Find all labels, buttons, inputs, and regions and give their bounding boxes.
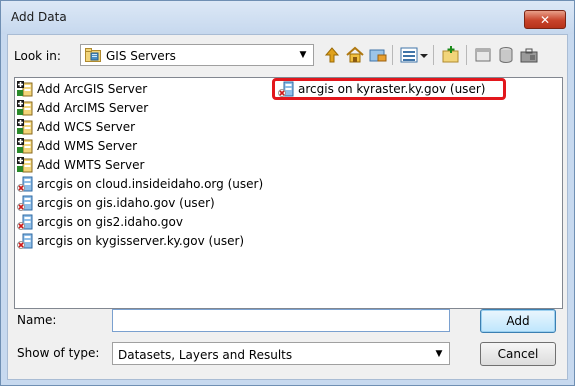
add-server-icon <box>17 119 33 135</box>
list-item[interactable]: Add ArcIMS Server <box>17 99 148 117</box>
list-item-label: arcgis on kygisserver.ky.gov (user) <box>37 234 245 248</box>
list-item[interactable]: Add WMS Server <box>17 137 137 155</box>
list-item-label: Add WMTS Server <box>37 158 145 172</box>
name-input[interactable] <box>112 309 450 332</box>
disconnected-server-icon <box>278 81 294 97</box>
new-folder-icon[interactable] <box>440 44 462 66</box>
show-of-type-dropdown[interactable]: Datasets, Layers and Results ▼ <box>112 342 450 365</box>
add-server-icon <box>17 100 33 116</box>
add-button-label: Add <box>506 314 530 328</box>
connect-folder-icon[interactable] <box>367 44 389 66</box>
list-item[interactable]: Add ArcGIS Server <box>17 80 147 98</box>
list-item-label: arcgis on gis2.idaho.gov <box>37 215 183 229</box>
dialog-body: Look in: GIS Servers ▼ Add ArcGIS Server… <box>7 34 568 380</box>
list-item-label: Add ArcIMS Server <box>37 101 149 115</box>
list-item[interactable]: arcgis on kygisserver.ky.gov (user) <box>17 232 244 250</box>
catalog-icon[interactable] <box>472 44 494 66</box>
disconnected-server-icon <box>17 195 33 211</box>
list-item-label: Add ArcGIS Server <box>37 82 148 96</box>
look-in-dropdown[interactable]: GIS Servers ▼ <box>80 44 314 66</box>
chevron-down-icon[interactable]: ▼ <box>296 48 310 62</box>
list-item-label: arcgis on cloud.insideidaho.org (user) <box>37 177 264 191</box>
add-data-dialog: Add Data ✕ Look in: GIS Servers ▼ Add Ar… <box>0 0 575 386</box>
up-one-level-icon[interactable] <box>321 44 343 66</box>
list-item[interactable]: Add WCS Server <box>17 118 135 136</box>
database-icon[interactable] <box>495 44 517 66</box>
list-item-label: Add WCS Server <box>37 120 136 134</box>
list-view-icon[interactable] <box>398 44 420 66</box>
show-of-type-value: Datasets, Layers and Results <box>118 348 293 362</box>
list-item-highlighted[interactable]: arcgis on kyraster.ky.gov (user) <box>278 80 485 98</box>
dialog-title: Add Data <box>11 10 67 24</box>
gis-servers-folder-icon <box>85 48 102 66</box>
close-icon: ✕ <box>539 12 551 27</box>
show-of-type-label: Show of type: <box>17 346 100 360</box>
list-item[interactable]: arcgis on gis2.idaho.gov <box>17 213 183 231</box>
chevron-down-icon[interactable]: ▼ <box>432 347 446 361</box>
list-item-label: arcgis on kyraster.ky.gov (user) <box>298 82 486 96</box>
view-dropdown-icon[interactable] <box>418 44 430 66</box>
add-button[interactable]: Add <box>480 309 556 333</box>
cancel-button-label: Cancel <box>497 347 539 361</box>
add-server-icon <box>17 138 33 154</box>
home-icon[interactable] <box>344 44 366 66</box>
look-in-label: Look in: <box>14 49 61 63</box>
list-item-label: Add WMS Server <box>37 139 138 153</box>
list-item-label: arcgis on gis.idaho.gov (user) <box>37 196 215 210</box>
look-in-value: GIS Servers <box>106 49 176 63</box>
list-item[interactable]: arcgis on gis.idaho.gov (user) <box>17 194 215 212</box>
add-server-icon <box>17 81 33 97</box>
cancel-button[interactable]: Cancel <box>480 342 556 366</box>
add-server-icon <box>17 157 33 173</box>
list-item[interactable]: Add WMTS Server <box>17 156 144 174</box>
close-button[interactable]: ✕ <box>524 10 566 29</box>
list-item[interactable]: arcgis on cloud.insideidaho.org (user) <box>17 175 263 193</box>
disconnected-server-icon <box>17 176 33 192</box>
catalog-list[interactable]: Add ArcGIS Server Add ArcIMS Server Add … <box>14 77 563 309</box>
toolbox-icon[interactable] <box>518 44 540 66</box>
title-bar[interactable]: Add Data ✕ <box>1 1 574 34</box>
disconnected-server-icon <box>17 214 33 230</box>
disconnected-server-icon <box>17 233 33 249</box>
name-label: Name: <box>17 313 57 327</box>
